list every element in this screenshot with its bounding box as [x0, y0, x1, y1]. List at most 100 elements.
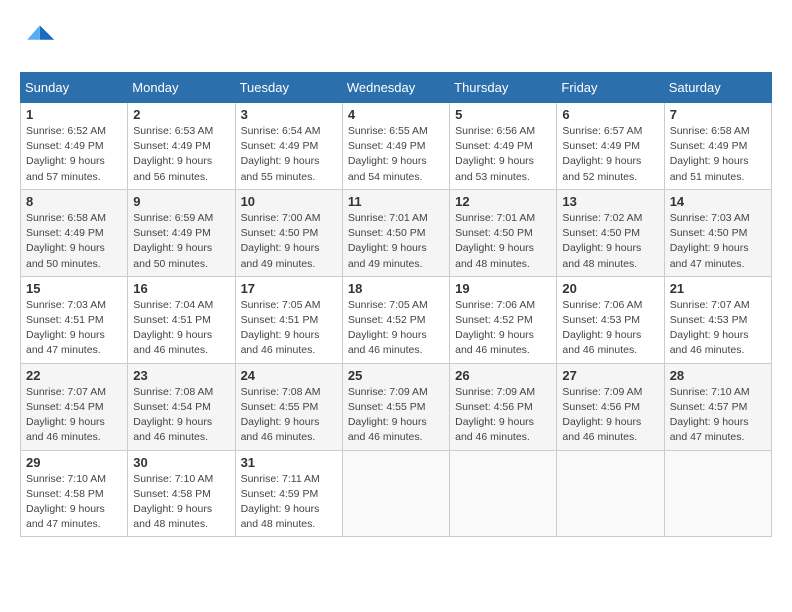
- day-info: Sunrise: 7:09 AM Sunset: 4:56 PM Dayligh…: [562, 385, 658, 446]
- col-monday: Monday: [128, 73, 235, 103]
- calendar-table: Sunday Monday Tuesday Wednesday Thursday…: [20, 72, 772, 537]
- day-info: Sunrise: 7:07 AM Sunset: 4:53 PM Dayligh…: [670, 298, 766, 359]
- day-info: Sunrise: 7:10 AM Sunset: 4:58 PM Dayligh…: [26, 472, 122, 533]
- calendar-cell: 21 Sunrise: 7:07 AM Sunset: 4:53 PM Dayl…: [664, 276, 771, 363]
- day-info: Sunrise: 7:08 AM Sunset: 4:55 PM Dayligh…: [241, 385, 337, 446]
- logo-icon: [20, 20, 56, 56]
- col-thursday: Thursday: [450, 73, 557, 103]
- calendar-row: 15 Sunrise: 7:03 AM Sunset: 4:51 PM Dayl…: [21, 276, 772, 363]
- day-number: 3: [241, 107, 337, 122]
- day-info: Sunrise: 7:10 AM Sunset: 4:58 PM Dayligh…: [133, 472, 229, 533]
- calendar-cell: 20 Sunrise: 7:06 AM Sunset: 4:53 PM Dayl…: [557, 276, 664, 363]
- calendar-cell: 16 Sunrise: 7:04 AM Sunset: 4:51 PM Dayl…: [128, 276, 235, 363]
- day-number: 23: [133, 368, 229, 383]
- calendar-cell: 30 Sunrise: 7:10 AM Sunset: 4:58 PM Dayl…: [128, 450, 235, 537]
- calendar-row: 1 Sunrise: 6:52 AM Sunset: 4:49 PM Dayli…: [21, 103, 772, 190]
- page-header: [20, 20, 772, 56]
- calendar-row: 8 Sunrise: 6:58 AM Sunset: 4:49 PM Dayli…: [21, 189, 772, 276]
- day-info: Sunrise: 7:03 AM Sunset: 4:50 PM Dayligh…: [670, 211, 766, 272]
- day-info: Sunrise: 7:07 AM Sunset: 4:54 PM Dayligh…: [26, 385, 122, 446]
- calendar-header-row: Sunday Monday Tuesday Wednesday Thursday…: [21, 73, 772, 103]
- day-number: 11: [348, 194, 444, 209]
- day-info: Sunrise: 7:00 AM Sunset: 4:50 PM Dayligh…: [241, 211, 337, 272]
- calendar-cell: 26 Sunrise: 7:09 AM Sunset: 4:56 PM Dayl…: [450, 363, 557, 450]
- day-number: 10: [241, 194, 337, 209]
- calendar-row: 29 Sunrise: 7:10 AM Sunset: 4:58 PM Dayl…: [21, 450, 772, 537]
- day-info: Sunrise: 6:53 AM Sunset: 4:49 PM Dayligh…: [133, 124, 229, 185]
- day-number: 5: [455, 107, 551, 122]
- day-info: Sunrise: 6:54 AM Sunset: 4:49 PM Dayligh…: [241, 124, 337, 185]
- day-number: 1: [26, 107, 122, 122]
- calendar-cell: 10 Sunrise: 7:00 AM Sunset: 4:50 PM Dayl…: [235, 189, 342, 276]
- day-info: Sunrise: 7:09 AM Sunset: 4:55 PM Dayligh…: [348, 385, 444, 446]
- day-number: 8: [26, 194, 122, 209]
- day-info: Sunrise: 7:03 AM Sunset: 4:51 PM Dayligh…: [26, 298, 122, 359]
- day-number: 14: [670, 194, 766, 209]
- calendar-cell: [450, 450, 557, 537]
- day-info: Sunrise: 6:58 AM Sunset: 4:49 PM Dayligh…: [670, 124, 766, 185]
- day-number: 30: [133, 455, 229, 470]
- day-info: Sunrise: 6:56 AM Sunset: 4:49 PM Dayligh…: [455, 124, 551, 185]
- calendar-cell: 17 Sunrise: 7:05 AM Sunset: 4:51 PM Dayl…: [235, 276, 342, 363]
- calendar-cell: 13 Sunrise: 7:02 AM Sunset: 4:50 PM Dayl…: [557, 189, 664, 276]
- day-number: 25: [348, 368, 444, 383]
- day-info: Sunrise: 6:57 AM Sunset: 4:49 PM Dayligh…: [562, 124, 658, 185]
- calendar-cell: 6 Sunrise: 6:57 AM Sunset: 4:49 PM Dayli…: [557, 103, 664, 190]
- calendar-cell: [664, 450, 771, 537]
- day-info: Sunrise: 7:05 AM Sunset: 4:51 PM Dayligh…: [241, 298, 337, 359]
- calendar-cell: 12 Sunrise: 7:01 AM Sunset: 4:50 PM Dayl…: [450, 189, 557, 276]
- calendar-cell: 1 Sunrise: 6:52 AM Sunset: 4:49 PM Dayli…: [21, 103, 128, 190]
- calendar-cell: 27 Sunrise: 7:09 AM Sunset: 4:56 PM Dayl…: [557, 363, 664, 450]
- day-info: Sunrise: 7:01 AM Sunset: 4:50 PM Dayligh…: [348, 211, 444, 272]
- day-info: Sunrise: 6:55 AM Sunset: 4:49 PM Dayligh…: [348, 124, 444, 185]
- day-number: 28: [670, 368, 766, 383]
- day-info: Sunrise: 7:10 AM Sunset: 4:57 PM Dayligh…: [670, 385, 766, 446]
- calendar-cell: 31 Sunrise: 7:11 AM Sunset: 4:59 PM Dayl…: [235, 450, 342, 537]
- day-number: 27: [562, 368, 658, 383]
- day-info: Sunrise: 7:11 AM Sunset: 4:59 PM Dayligh…: [241, 472, 337, 533]
- day-number: 22: [26, 368, 122, 383]
- calendar-cell: 9 Sunrise: 6:59 AM Sunset: 4:49 PM Dayli…: [128, 189, 235, 276]
- day-number: 21: [670, 281, 766, 296]
- day-number: 7: [670, 107, 766, 122]
- day-number: 20: [562, 281, 658, 296]
- logo: [20, 20, 62, 56]
- day-number: 12: [455, 194, 551, 209]
- calendar-cell: [557, 450, 664, 537]
- calendar-cell: 24 Sunrise: 7:08 AM Sunset: 4:55 PM Dayl…: [235, 363, 342, 450]
- col-friday: Friday: [557, 73, 664, 103]
- calendar-cell: [342, 450, 449, 537]
- col-wednesday: Wednesday: [342, 73, 449, 103]
- day-number: 16: [133, 281, 229, 296]
- col-tuesday: Tuesday: [235, 73, 342, 103]
- calendar-cell: 4 Sunrise: 6:55 AM Sunset: 4:49 PM Dayli…: [342, 103, 449, 190]
- day-info: Sunrise: 7:08 AM Sunset: 4:54 PM Dayligh…: [133, 385, 229, 446]
- day-info: Sunrise: 7:06 AM Sunset: 4:53 PM Dayligh…: [562, 298, 658, 359]
- calendar-cell: 29 Sunrise: 7:10 AM Sunset: 4:58 PM Dayl…: [21, 450, 128, 537]
- day-number: 13: [562, 194, 658, 209]
- calendar-cell: 15 Sunrise: 7:03 AM Sunset: 4:51 PM Dayl…: [21, 276, 128, 363]
- calendar-cell: 2 Sunrise: 6:53 AM Sunset: 4:49 PM Dayli…: [128, 103, 235, 190]
- day-number: 26: [455, 368, 551, 383]
- day-info: Sunrise: 7:01 AM Sunset: 4:50 PM Dayligh…: [455, 211, 551, 272]
- day-info: Sunrise: 7:02 AM Sunset: 4:50 PM Dayligh…: [562, 211, 658, 272]
- day-info: Sunrise: 7:05 AM Sunset: 4:52 PM Dayligh…: [348, 298, 444, 359]
- day-info: Sunrise: 7:06 AM Sunset: 4:52 PM Dayligh…: [455, 298, 551, 359]
- day-number: 31: [241, 455, 337, 470]
- calendar-cell: 19 Sunrise: 7:06 AM Sunset: 4:52 PM Dayl…: [450, 276, 557, 363]
- day-number: 17: [241, 281, 337, 296]
- day-number: 19: [455, 281, 551, 296]
- calendar-cell: 8 Sunrise: 6:58 AM Sunset: 4:49 PM Dayli…: [21, 189, 128, 276]
- calendar-cell: 28 Sunrise: 7:10 AM Sunset: 4:57 PM Dayl…: [664, 363, 771, 450]
- day-number: 2: [133, 107, 229, 122]
- calendar-cell: 5 Sunrise: 6:56 AM Sunset: 4:49 PM Dayli…: [450, 103, 557, 190]
- day-number: 15: [26, 281, 122, 296]
- day-number: 18: [348, 281, 444, 296]
- day-info: Sunrise: 6:59 AM Sunset: 4:49 PM Dayligh…: [133, 211, 229, 272]
- col-saturday: Saturday: [664, 73, 771, 103]
- day-info: Sunrise: 6:52 AM Sunset: 4:49 PM Dayligh…: [26, 124, 122, 185]
- calendar-cell: 3 Sunrise: 6:54 AM Sunset: 4:49 PM Dayli…: [235, 103, 342, 190]
- calendar-cell: 23 Sunrise: 7:08 AM Sunset: 4:54 PM Dayl…: [128, 363, 235, 450]
- calendar-row: 22 Sunrise: 7:07 AM Sunset: 4:54 PM Dayl…: [21, 363, 772, 450]
- calendar-cell: 14 Sunrise: 7:03 AM Sunset: 4:50 PM Dayl…: [664, 189, 771, 276]
